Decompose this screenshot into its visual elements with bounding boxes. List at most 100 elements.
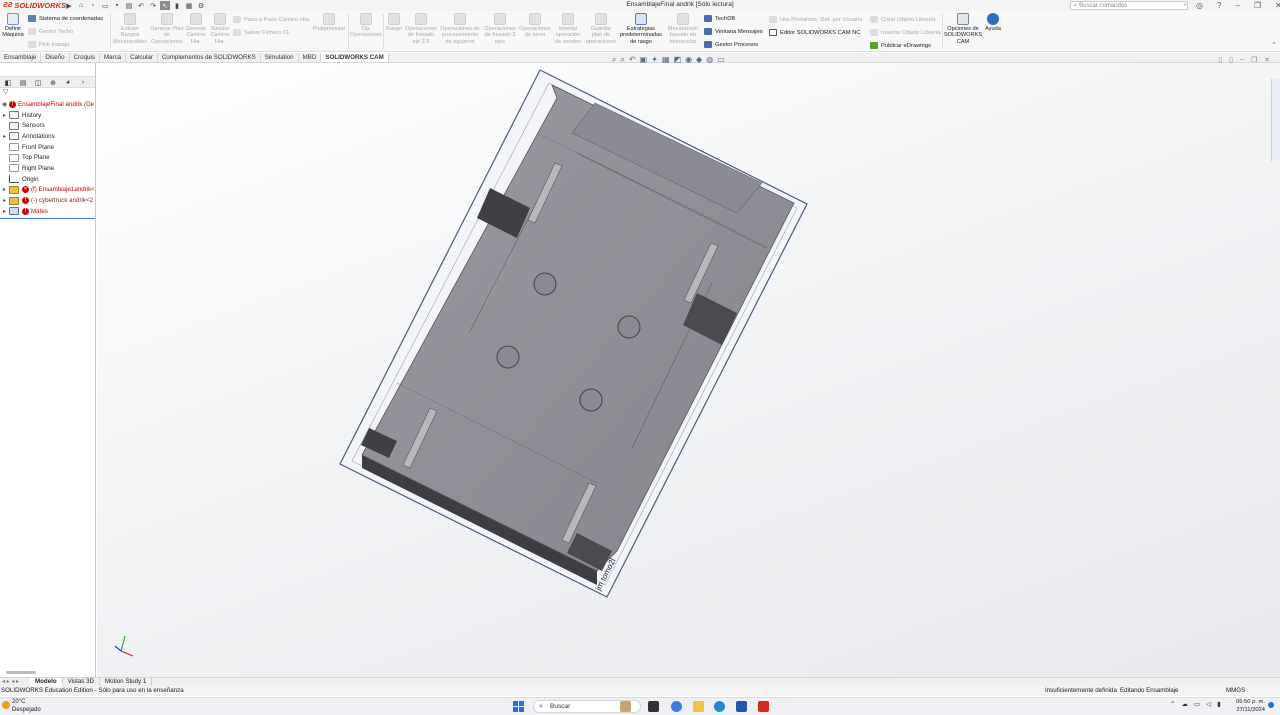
property-manager-tab-icon[interactable]: ▤ xyxy=(17,77,29,88)
graphics-viewport[interactable]: ⌕ ⌕ ↶ ▣ ✦ ▦ ◩ ◉ ◆ ◍ ▭ ▯ ▯ – ❐ ✕ jm tomo2… xyxy=(97,55,1280,677)
assembly-model[interactable]: jm tomo2l xyxy=(97,63,1280,677)
tree-item-cybertruck[interactable]: ▸! (-) cybertruck andrik<2 xyxy=(0,195,95,206)
open-folder-icon[interactable]: ▭ xyxy=(100,1,110,10)
tab-motion-study[interactable]: Motion Study 1 xyxy=(100,678,153,686)
onedrive-icon[interactable]: ☁ xyxy=(1181,700,1188,708)
rebuild-icon[interactable]: ▮ xyxy=(172,1,182,10)
status-units[interactable]: MMGS xyxy=(1226,686,1245,696)
mill-25-axis-button[interactable]: Operaciones de fresado eje 2.5 xyxy=(404,13,438,45)
tab-vistas-3d[interactable]: Vistas 3D xyxy=(63,678,101,686)
save-cl-file-button[interactable]: Salvar Fichero CL xyxy=(233,29,290,36)
mounting-boss[interactable] xyxy=(579,388,603,412)
expand-arrow-icon[interactable]: ▸ xyxy=(0,112,9,119)
feature-button[interactable]: Rasgo xyxy=(385,13,403,32)
restore-icon[interactable]: ❐ xyxy=(1254,1,1261,10)
message-window-button[interactable]: Ventana Mensajes xyxy=(704,28,763,35)
search-icon[interactable]: ⌕ xyxy=(1184,2,1187,9)
undo-icon[interactable]: ↶ xyxy=(136,1,146,10)
battery-icon[interactable]: ▮ xyxy=(1217,700,1221,708)
mounting-boss[interactable] xyxy=(496,345,520,369)
techdb-button[interactable]: TechDB xyxy=(704,15,735,22)
create-library-button[interactable]: Crear Objeto Librería xyxy=(870,16,935,23)
edge-browser-icon[interactable] xyxy=(714,701,725,712)
home-icon[interactable]: ⌂ xyxy=(76,1,86,10)
tree-item-sensors[interactable]: Sensors xyxy=(0,120,95,131)
task-pane-tabs[interactable] xyxy=(1271,79,1280,161)
solidworks-taskbar-icon[interactable] xyxy=(758,701,769,712)
turn-operations-button[interactable]: Operaciones de torno xyxy=(519,13,551,39)
save-plan-button[interactable]: Guardar plan de operaciones xyxy=(585,13,617,45)
volume-icon[interactable]: ◁ xyxy=(1206,700,1211,708)
expand-arrow-icon[interactable]: ▸ xyxy=(0,197,9,204)
insert-probe-button[interactable]: Insertar operación de sondeo xyxy=(552,13,584,45)
generate-toolpath-button[interactable]: Generar Camino Hta. xyxy=(185,13,207,45)
display-manager-tab-icon[interactable]: ◕ xyxy=(62,77,74,88)
extract-features-button[interactable]: Extraer Rasgos Mecanizables xyxy=(113,13,147,45)
tree-root-assembly[interactable]: ◉! EnsamblajeFinal andrik (De xyxy=(0,99,95,110)
tab-calcular[interactable]: Calcular xyxy=(126,53,158,62)
tab-modelo[interactable]: Modelo xyxy=(30,678,63,686)
tolerance-machining-button[interactable]: Mecanizado basado en tolerancias xyxy=(665,13,701,45)
mounting-boss[interactable] xyxy=(533,272,557,296)
work-piece-button[interactable]: Pick trabajo xyxy=(28,41,69,48)
widget-app-icon[interactable] xyxy=(620,701,631,712)
chrome-app-icon[interactable] xyxy=(671,701,682,712)
tab-ensamblaje[interactable]: Ensamblaje xyxy=(0,53,42,62)
mill-3-axis-button[interactable]: Operaciones de fresado 3 ejes xyxy=(482,13,518,45)
default-strategies-button[interactable]: Estrategias predeterminadas de rasgo xyxy=(618,13,664,45)
select-arrow-icon[interactable]: ↖ xyxy=(160,1,170,10)
manage-stock-button[interactable]: Gestor Techo xyxy=(28,28,73,35)
tree-rollback-bar[interactable] xyxy=(0,217,95,219)
taskbar-clock[interactable]: 06:50 p. m. 27/11/2024 xyxy=(1231,699,1265,714)
postprocess-button[interactable]: Postprocesar xyxy=(312,13,346,32)
tab-complementos[interactable]: Complementos de SOLIDWORKS xyxy=(158,53,261,62)
print-icon[interactable]: ▤ xyxy=(124,1,134,10)
step-through-button[interactable]: Paso a Paso Camino Hta. xyxy=(233,16,311,23)
nc-editor-button[interactable]: Editor SOLIDWORKS CAM NC xyxy=(769,29,861,36)
define-machine-button[interactable]: Definir Máquina xyxy=(2,13,24,39)
mounting-boss[interactable] xyxy=(617,315,641,339)
windows-start-icon[interactable] xyxy=(513,701,524,712)
task-view-icon[interactable] xyxy=(648,701,659,712)
cam-options-button[interactable]: Opciones de SOLIDWORKS CAM xyxy=(944,13,982,45)
store-app-icon[interactable] xyxy=(736,701,747,712)
tree-item-mates[interactable]: ▸! Mates xyxy=(0,206,95,217)
tree-item-origin[interactable]: Origin xyxy=(0,174,95,185)
process-manager-button[interactable]: Gestor Procesos xyxy=(704,41,758,48)
help-icon[interactable]: ? xyxy=(1217,1,1221,10)
expand-arrow-icon[interactable]: ▸ xyxy=(0,133,9,140)
tab-mbd[interactable]: MBD xyxy=(299,53,322,62)
file-properties-icon[interactable]: ▦ xyxy=(184,1,194,10)
insert-library-button[interactable]: Insertar Objeto Librería xyxy=(870,29,941,36)
tab-scroll-arrows-icon[interactable]: ◂ ▸ ◂ ▸ xyxy=(0,678,30,686)
more-tabs-icon[interactable]: › xyxy=(77,77,89,88)
network-icon[interactable]: ▭ xyxy=(1194,700,1200,708)
expand-arrow-icon[interactable]: ▸ xyxy=(0,186,9,193)
tab-simulation[interactable]: Simulation xyxy=(261,53,299,62)
hole-operations-button[interactable]: Operaciones de procesamiento de agujeros xyxy=(439,13,481,45)
tray-overflow-icon[interactable]: ⌃ xyxy=(1170,700,1175,708)
command-search-input[interactable]: ▪ Buscar comandos ⌕ xyxy=(1070,1,1188,10)
user-tools-button[interactable]: Hta./Portahtas. Def. por Usuario xyxy=(769,16,862,23)
help-button[interactable]: Ayuda xyxy=(983,13,1003,32)
coordinate-system-button[interactable]: Sistema de coordenadas xyxy=(28,15,103,22)
user-account-icon[interactable]: ◎ xyxy=(1196,1,1203,10)
expand-arrow-icon[interactable]: ▸ xyxy=(0,208,9,215)
file-explorer-icon[interactable] xyxy=(693,701,704,712)
solidworks-logo[interactable]: ƧƧ SOLIDWORKS xyxy=(0,1,66,10)
dimxpert-tab-icon[interactable]: ⊕ xyxy=(47,77,59,88)
tree-filter-icon[interactable]: ▽ xyxy=(0,88,95,99)
operations-button[interactable]: Op. Operaciones xyxy=(350,13,382,39)
feature-manager-tab-icon[interactable]: ◧ xyxy=(2,77,14,88)
tree-item-front-plane[interactable]: Front Plane xyxy=(0,142,95,153)
tab-diseno[interactable]: Diseño xyxy=(41,53,70,62)
new-document-icon[interactable]: ▫ xyxy=(88,1,98,10)
close-icon[interactable]: ✕ xyxy=(1275,1,1280,10)
weather-widget[interactable]: 20°C Despejado xyxy=(2,699,41,714)
tree-item-annotations[interactable]: ▸ Annotations xyxy=(0,131,95,142)
simulate-toolpath-button[interactable]: Simular Camino Hta. xyxy=(208,13,232,45)
tree-item-top-plane[interactable]: Top Plane xyxy=(0,152,95,163)
generate-plan-button[interactable]: Generar Plan de Operaciones xyxy=(150,13,184,45)
tree-item-subassembly[interactable]: ▸ ✕ (f) Ensamblaje1andrik< xyxy=(0,185,95,196)
tab-croquis[interactable]: Croquis xyxy=(70,53,100,62)
